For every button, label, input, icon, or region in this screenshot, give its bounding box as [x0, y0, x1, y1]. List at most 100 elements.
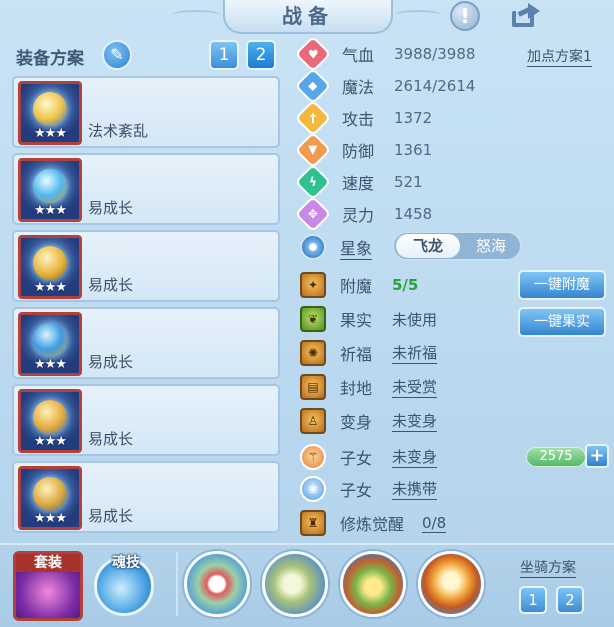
attr-value: 2614/2614: [394, 77, 476, 95]
spirit-icon: ✥: [294, 195, 332, 233]
skill-slot-3-icon[interactable]: [340, 551, 406, 617]
equipment-name: 易成长: [88, 430, 134, 448]
equipment-slot-boots[interactable]: ★★★ 易成长: [12, 461, 280, 533]
mana-icon: ◆: [294, 67, 332, 105]
equip-plan-2-button[interactable]: 2: [246, 40, 276, 70]
equipment-name: 易成长: [88, 276, 134, 294]
child-score-bar: 2575: [526, 447, 586, 467]
equipment-slot-necklace[interactable]: ★★★ 易成长: [12, 307, 280, 379]
equipment-slot-belt[interactable]: ★★★ 易成长: [12, 384, 280, 456]
feature-label: 变身: [340, 413, 373, 432]
constellation-row: 星象: [300, 232, 373, 262]
enchant-icon: ✦: [300, 272, 326, 298]
feature-value: 未祈福: [392, 344, 438, 364]
fief-icon: ▤: [300, 374, 326, 400]
feature-value: 5/5: [392, 276, 419, 294]
mount-plan-title[interactable]: 坐骑方案: [520, 557, 576, 578]
feature-row-fruit[interactable]: ❦ 果实 未使用: [300, 305, 437, 333]
enchant-all-button[interactable]: 一键附魔: [518, 270, 606, 300]
speed-icon: ϟ: [294, 163, 332, 201]
constellation-option-raging-sea[interactable]: 怒海: [462, 234, 520, 258]
attr-value: 1361: [394, 141, 433, 159]
attr-value: 1458: [394, 205, 433, 223]
feature-label: 祈福: [340, 345, 373, 364]
child-icon: ⚚: [300, 444, 326, 470]
plus-button[interactable]: +: [585, 444, 609, 468]
suit-button[interactable]: 套装: [13, 551, 83, 621]
title-ornament-left: [172, 10, 220, 20]
attr-row-attack: † 攻击 1372: [294, 99, 433, 137]
feature-value: 未受赏: [392, 378, 438, 398]
attr-label: 魔法: [342, 78, 375, 97]
equip-plan-1-button[interactable]: 1: [209, 40, 239, 70]
suit-label: 套装: [16, 554, 80, 572]
feature-row-child-carry[interactable]: ❀ 子女 未携带: [300, 475, 438, 503]
attr-row-mp: ◆ 魔法 2614/2614: [294, 67, 476, 105]
transform-icon: ♙: [300, 408, 326, 434]
fruit-icon: ❦: [300, 306, 326, 332]
boots-icon: ★★★: [18, 466, 82, 530]
feature-label: 果实: [340, 311, 373, 330]
title-ornament-right: [394, 10, 442, 20]
feature-row-cultivate[interactable]: ♜ 修炼觉醒 0/8: [300, 509, 447, 537]
cultivate-icon: ♜: [300, 510, 326, 536]
feature-row-fief[interactable]: ▤ 封地 未受赏: [300, 373, 438, 401]
skill-slot-2-icon[interactable]: [262, 551, 328, 617]
equipment-slot-weapon[interactable]: ★★★ 法术紊乱: [12, 76, 280, 148]
feature-row-bless[interactable]: ✺ 祈福 未祈福: [300, 339, 438, 367]
feature-label: 子女: [340, 449, 373, 468]
equipment-slot-armor[interactable]: ★★★ 易成长: [12, 230, 280, 302]
mount-plan-1-button[interactable]: 1: [519, 586, 547, 614]
equipment-name: 易成长: [88, 199, 134, 217]
bless-icon: ✺: [300, 340, 326, 366]
feature-label: 修炼觉醒: [340, 515, 405, 534]
skill-slot-1-icon[interactable]: [184, 551, 250, 617]
shield-icon: ▼: [294, 131, 332, 169]
attr-value: 521: [394, 173, 423, 191]
divider: [176, 552, 178, 616]
equipment-slot-helmet[interactable]: ★★★ 易成长: [12, 153, 280, 225]
feature-value: 未变身: [392, 412, 438, 432]
addpoint-plan-link[interactable]: 加点方案1: [527, 46, 592, 67]
feature-label: 子女: [340, 481, 373, 500]
equipment-list: ★★★ 法术紊乱 ★★★ 易成长 ★★★ 易成长 ★★★ 易成长 ★★★ 易成长…: [12, 76, 280, 538]
mount-plan-2-button[interactable]: 2: [556, 586, 584, 614]
attr-label: 防御: [342, 142, 375, 161]
armor-icon: ★★★: [18, 235, 82, 299]
belt-icon: ★★★: [18, 389, 82, 453]
skill-slot-4-icon[interactable]: [418, 551, 484, 617]
feature-value: 未携带: [392, 480, 438, 500]
attr-value: 1372: [394, 109, 433, 127]
attr-value: 3988/3988: [394, 45, 476, 63]
attr-row-spirit: ✥ 灵力 1458: [294, 195, 433, 233]
fruit-all-button[interactable]: 一键果实: [518, 307, 606, 337]
attr-row-hp: ♥ 气血 3988/3988: [294, 35, 476, 73]
paw-icon: ❀: [300, 476, 326, 502]
equipment-name: 易成长: [88, 507, 134, 525]
feature-row-enchant[interactable]: ✦ 附魔 5/5: [300, 271, 418, 299]
attr-label: 速度: [342, 174, 375, 193]
equipment-name: 法术紊乱: [88, 122, 149, 140]
feature-row-transform[interactable]: ♙ 变身 未变身: [300, 407, 438, 435]
info-icon: !: [450, 1, 480, 31]
battle-prep-panel: 战备 ! 装备方案 ✎ 1 2 ★★★ 法术紊乱 ★★★ 易成长 ★★★ 易成长…: [0, 0, 614, 627]
feature-row-child-transform[interactable]: ⚚ 子女 未变身: [300, 443, 438, 471]
info-button[interactable]: !: [448, 0, 482, 32]
share-icon: [510, 3, 540, 29]
pencil-icon[interactable]: ✎: [102, 40, 132, 70]
equipment-plan-title: 装备方案: [16, 49, 84, 69]
constellation-option-flying-dragon[interactable]: 飞龙: [396, 234, 460, 258]
feature-label: 封地: [340, 379, 373, 398]
page-title: 战备: [223, 0, 393, 34]
constellation-label[interactable]: 星象: [340, 235, 373, 260]
feature-value: 0/8: [422, 513, 447, 533]
attr-label: 气血: [342, 46, 375, 65]
attr-row-speed: ϟ 速度 521: [294, 163, 423, 201]
feature-label: 附魔: [340, 277, 373, 296]
weapon-icon: ★★★: [18, 81, 82, 145]
feature-value: 未变身: [392, 448, 438, 468]
soul-skill-label: 魂技: [112, 555, 140, 571]
sword-icon: †: [294, 99, 332, 137]
share-button[interactable]: [508, 0, 542, 32]
constellation-toggle[interactable]: 飞龙 怒海: [392, 231, 522, 261]
